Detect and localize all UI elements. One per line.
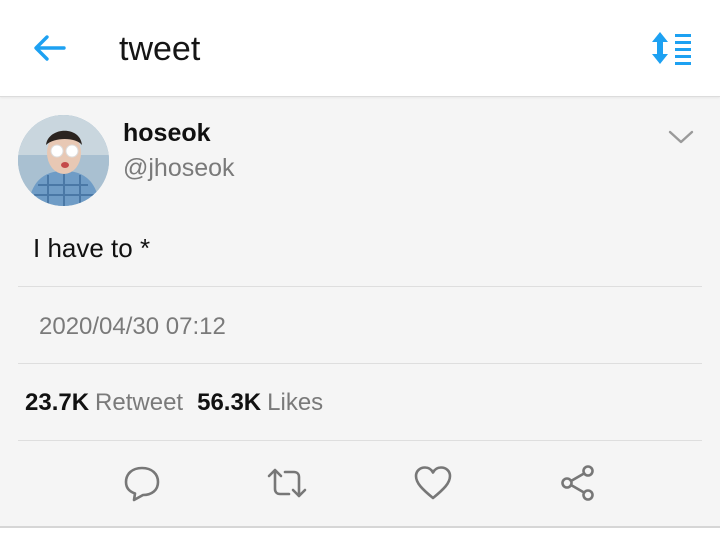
profile-photo xyxy=(18,115,109,206)
likes-label[interactable]: Likes xyxy=(267,388,323,418)
sort-button[interactable] xyxy=(647,28,695,68)
retweet-button[interactable] xyxy=(265,462,309,504)
tweet-text: I have to * xyxy=(33,233,151,263)
display-name[interactable]: hoseok xyxy=(123,118,211,148)
divider xyxy=(18,440,702,441)
avatar[interactable] xyxy=(18,115,109,206)
retweet-icon xyxy=(267,468,307,498)
arrow-left-icon xyxy=(34,35,66,61)
back-button[interactable] xyxy=(30,32,68,64)
divider xyxy=(18,363,702,364)
sort-list-icon xyxy=(652,32,691,65)
tweet-stats: 23.7K Retweet 56.3K Likes xyxy=(25,388,323,418)
share-icon xyxy=(561,465,594,501)
divider xyxy=(18,286,702,287)
tweet-menu-button[interactable] xyxy=(664,124,698,150)
retweet-count[interactable]: 23.7K xyxy=(25,388,89,418)
page-title: tweet xyxy=(119,30,201,68)
chevron-down-icon xyxy=(668,130,694,144)
next-item-edge xyxy=(0,528,720,533)
reply-button[interactable] xyxy=(120,462,164,504)
reply-icon xyxy=(124,466,160,502)
user-handle[interactable]: @jhoseok xyxy=(123,153,235,183)
likes-count[interactable]: 56.3K xyxy=(197,388,261,418)
like-button[interactable] xyxy=(411,462,455,504)
tweet-timestamp: 2020/04/30 07:12 xyxy=(39,313,226,340)
retweet-label[interactable]: Retweet xyxy=(95,388,183,418)
share-button[interactable] xyxy=(556,462,600,504)
app-header: tweet xyxy=(0,0,720,97)
heart-icon xyxy=(414,466,452,500)
